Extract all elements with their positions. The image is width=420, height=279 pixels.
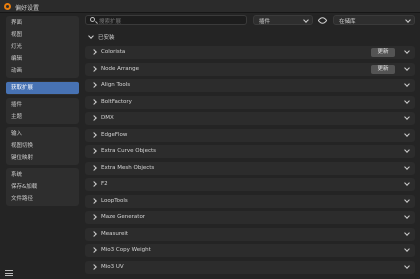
extension-row-node-arrange[interactable]: Node Arrange 更新	[85, 62, 415, 76]
sidebar-item-interface[interactable]: 界面	[6, 17, 79, 29]
filter-tag-icon[interactable]	[317, 15, 328, 26]
extension-row-mio3-uv[interactable]: Mio3 UV	[85, 260, 415, 274]
chevron-right-icon[interactable]	[91, 164, 97, 171]
hamburger-menu-icon[interactable]	[4, 269, 14, 277]
search-icon	[90, 17, 95, 22]
extension-row-mio3-copy-weight[interactable]: Mio3 Copy Weight	[85, 244, 415, 257]
extension-list: Colorista 更新 Node Arrange 更新 Align Tools…	[85, 46, 415, 277]
chevron-right-icon[interactable]	[91, 263, 97, 270]
search-placeholder: 搜索扩展	[99, 19, 122, 25]
extension-name: Align Tools	[101, 82, 131, 88]
extension-name: Extra Curve Objects	[101, 148, 157, 154]
preferences-main: 界面 视图 灯光 编辑 动画 获取扩展 插件 主题 输入 视图切换 键位映射 系…	[0, 13, 420, 279]
extension-row-extra-curve-objects[interactable]: Extra Curve Objects	[85, 145, 415, 158]
chevron-down-icon[interactable]	[404, 229, 410, 236]
chevron-down-icon	[88, 33, 94, 39]
extension-row-maze-generator[interactable]: Maze Generator	[85, 211, 415, 224]
chevron-down-icon[interactable]	[404, 114, 410, 120]
chevron-down-icon[interactable]	[404, 48, 410, 54]
extension-name: Colorista	[101, 49, 126, 55]
extension-row-colorista[interactable]: Colorista 更新	[85, 46, 415, 59]
extension-row-measureit[interactable]: Measureit	[85, 227, 415, 241]
extension-name: EdgeFlow	[101, 131, 128, 138]
extension-name: Maze Generator	[101, 214, 146, 220]
sidebar-item-input[interactable]: 输入	[6, 128, 79, 140]
installed-section-header[interactable]: 已安装	[85, 32, 415, 42]
sidebar-group-addons: 插件 主题	[6, 98, 79, 124]
sidebar-item-themes[interactable]: 主题	[6, 111, 79, 123]
sidebar-item-get-extensions[interactable]: 获取扩展	[6, 82, 79, 94]
chevron-down-icon[interactable]	[404, 163, 410, 170]
chevron-right-icon[interactable]	[91, 197, 97, 204]
extension-name: DMX	[101, 115, 114, 121]
sidebar-item-addons[interactable]: 插件	[6, 99, 79, 111]
chevron-right-icon[interactable]	[91, 49, 97, 55]
chevron-right-icon[interactable]	[91, 82, 97, 88]
extension-name: F2	[101, 181, 108, 187]
extension-name: Mio3 UV	[101, 263, 124, 270]
sidebar-item-lights[interactable]: 灯光	[6, 41, 79, 53]
extension-name: Mio3 Copy Weight	[101, 247, 151, 253]
update-button[interactable]: 更新	[371, 64, 395, 74]
window-titlebar: 偏好设置	[0, 0, 420, 13]
extension-row-boltfactory[interactable]: BoltFactory	[85, 95, 415, 109]
chevron-down-icon[interactable]	[404, 97, 410, 104]
sidebar-item-save-load[interactable]: 保存&加载	[6, 181, 79, 193]
chevron-down-icon	[405, 17, 411, 23]
chevron-right-icon[interactable]	[91, 230, 97, 237]
chevron-right-icon[interactable]	[91, 148, 97, 154]
chevron-right-icon[interactable]	[91, 181, 97, 187]
chevron-down-icon[interactable]	[404, 64, 410, 71]
sidebar-item-system[interactable]: 系统	[6, 169, 79, 181]
chevron-down-icon[interactable]	[404, 147, 410, 153]
chevron-down-icon[interactable]	[404, 213, 410, 219]
chevron-down-icon[interactable]	[404, 246, 410, 252]
sidebar-group-extensions: 获取扩展	[6, 81, 79, 95]
extension-name: Extra Mesh Objects	[101, 164, 155, 171]
extension-row-dmx[interactable]: DMX	[85, 112, 415, 125]
type-filter-dropdown[interactable]: 插件	[253, 15, 313, 25]
extension-name: BoltFactory	[101, 98, 132, 105]
chevron-down-icon	[303, 17, 309, 23]
chevron-down-icon[interactable]	[404, 262, 410, 269]
chevron-right-icon[interactable]	[91, 65, 97, 72]
blender-logo-icon	[4, 3, 11, 10]
chevron-right-icon[interactable]	[91, 247, 97, 253]
sidebar-item-animation[interactable]: 动画	[6, 65, 79, 77]
installed-section-label: 已安装	[98, 35, 115, 41]
extension-name: LoopTools	[101, 197, 128, 204]
sidebar-item-navigation[interactable]: 视图切换	[6, 140, 79, 152]
window-title: 偏好设置	[15, 5, 40, 12]
sidebar-group-interface: 界面 视图 灯光 编辑 动画	[6, 16, 79, 78]
sidebar: 界面 视图 灯光 编辑 动画 获取扩展 插件 主题 输入 视图切换 键位映射 系…	[6, 16, 79, 209]
type-filter-label: 插件	[259, 19, 271, 25]
extensions-toolbar: 搜索扩展 插件 在储库	[85, 14, 415, 26]
chevron-down-icon[interactable]	[404, 180, 410, 186]
chevron-down-icon[interactable]	[404, 130, 410, 137]
chevron-right-icon[interactable]	[91, 98, 97, 105]
repository-filter-label: 在储库	[339, 19, 356, 25]
extension-row-f2[interactable]: F2	[85, 178, 415, 191]
chevron-right-icon[interactable]	[91, 214, 97, 220]
chevron-down-icon[interactable]	[404, 81, 410, 87]
sidebar-group-system: 系统 保存&加载 文件路径	[6, 168, 79, 206]
extension-name: Node Arrange	[101, 65, 140, 72]
extension-row-extra-mesh-objects[interactable]: Extra Mesh Objects	[85, 161, 415, 175]
extension-name: Measureit	[101, 230, 129, 237]
repository-filter-dropdown[interactable]: 在储库	[333, 15, 415, 25]
extension-row-align-tools[interactable]: Align Tools	[85, 79, 415, 92]
extension-row-edgeflow[interactable]: EdgeFlow	[85, 128, 415, 142]
update-button[interactable]: 更新	[371, 48, 395, 57]
sidebar-item-file-paths[interactable]: 文件路径	[6, 193, 79, 205]
search-input[interactable]: 搜索扩展	[85, 15, 247, 25]
sidebar-item-viewport[interactable]: 视图	[6, 29, 79, 41]
sidebar-item-editing[interactable]: 编辑	[6, 53, 79, 65]
chevron-down-icon[interactable]	[404, 196, 410, 203]
sidebar-group-input: 输入 视图切换 键位映射	[6, 127, 79, 165]
chevron-right-icon[interactable]	[91, 115, 97, 121]
extension-row-looptools[interactable]: LoopTools	[85, 194, 415, 208]
sidebar-item-keymap[interactable]: 键位映射	[6, 152, 79, 164]
chevron-right-icon[interactable]	[91, 131, 97, 138]
